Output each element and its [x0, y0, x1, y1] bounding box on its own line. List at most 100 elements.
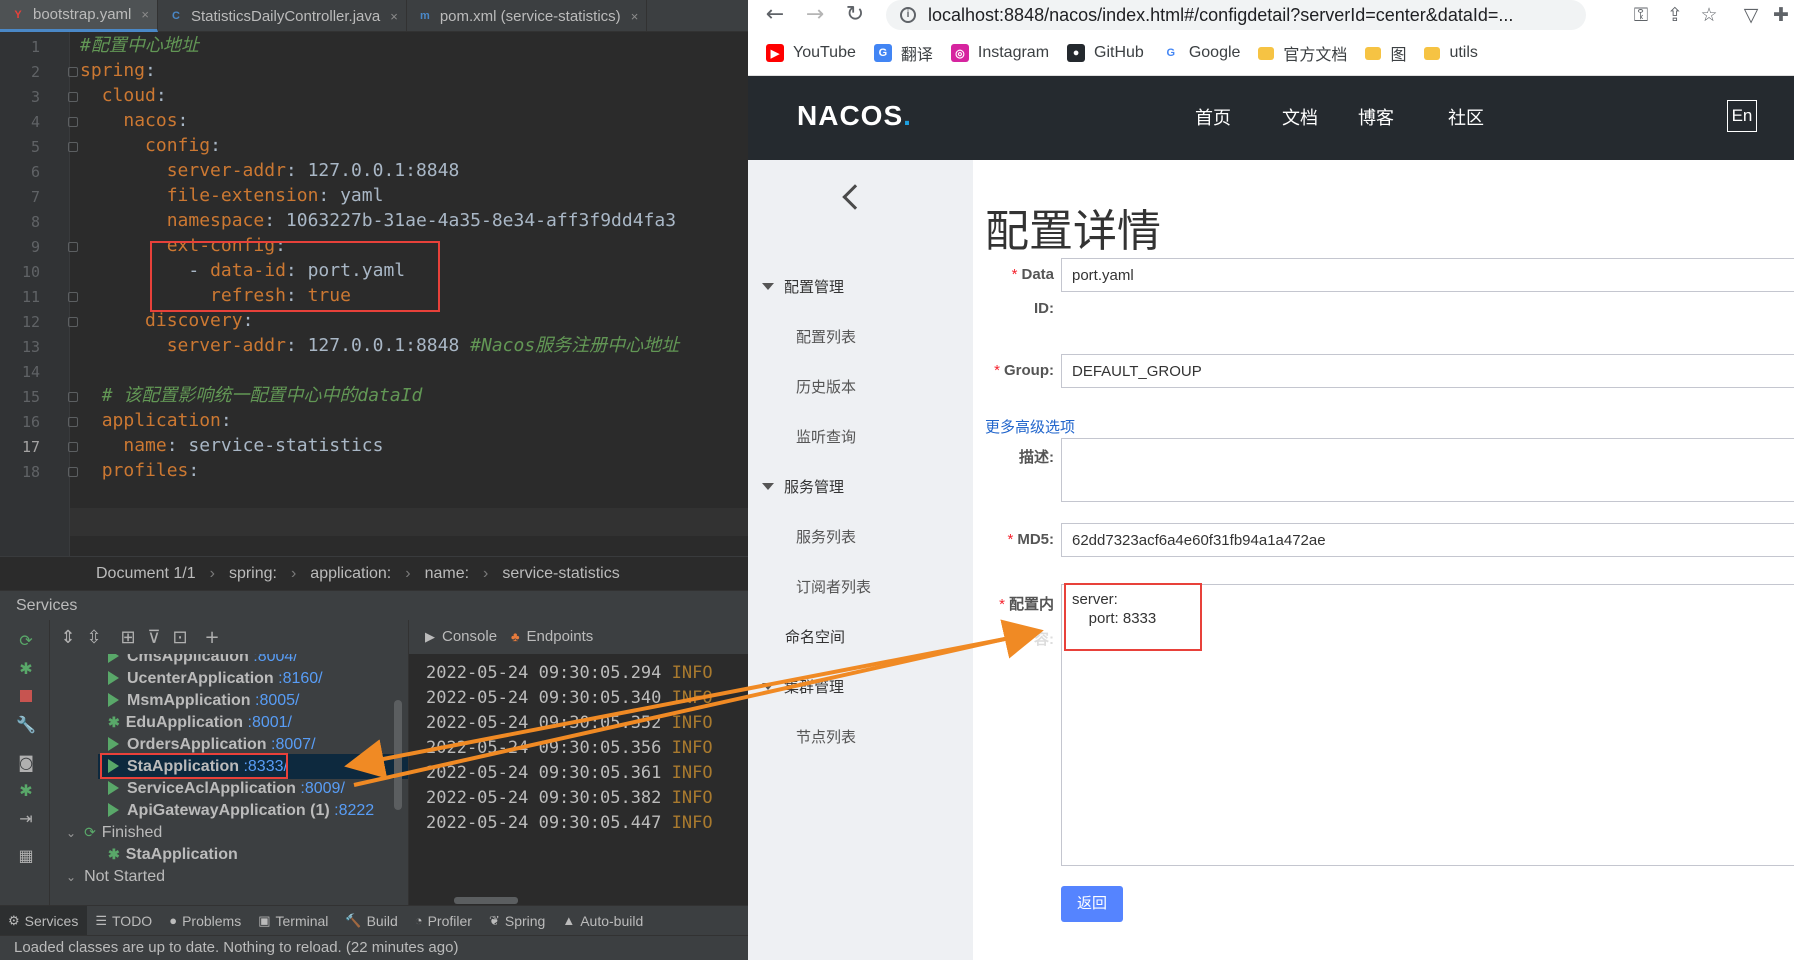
- add-service-icon[interactable]: +: [202, 628, 222, 648]
- editor-tab[interactable]: Ybootstrap.yaml ×: [0, 0, 158, 32]
- debug-icon[interactable]: ✱: [16, 658, 36, 678]
- back-button[interactable]: 返回: [1061, 886, 1123, 922]
- services-tree[interactable]: CmsApplication :8004/UcenterApplication …: [50, 654, 408, 905]
- back-icon[interactable]: ←: [762, 2, 788, 28]
- side-nav-item[interactable]: 历史版本: [796, 376, 856, 397]
- service-port-link[interactable]: :8007/: [267, 736, 316, 753]
- bookmark[interactable]: 图: [1365, 41, 1406, 65]
- fold-marker-icon[interactable]: [68, 117, 78, 127]
- code-line[interactable]: server-addr: 127.0.0.1:8848: [80, 157, 460, 185]
- breadcrumb-item[interactable]: Document 1/1: [96, 565, 196, 583]
- breadcrumb-item[interactable]: application:: [310, 565, 391, 583]
- fold-marker-icon[interactable]: [68, 467, 78, 477]
- breadcrumb-item[interactable]: name:: [425, 565, 469, 583]
- site-info-icon[interactable]: i: [900, 7, 916, 23]
- code-line[interactable]: config:: [80, 132, 221, 160]
- tool-window-tab[interactable]: ⚙ Services: [0, 905, 88, 936]
- forward-icon[interactable]: →: [802, 2, 828, 28]
- code-line[interactable]: server-addr: 127.0.0.1:8848 #Nacos服务注册中心…: [80, 332, 679, 360]
- config-content-editor[interactable]: server: port: 8333: [1061, 583, 1794, 866]
- code-editor[interactable]: 1 2 3 4 5 6 7 8 9 10 11 12 13 14 15 16 17 18 #配置中心地址 sprin…: [0, 32, 748, 556]
- debug-attach-icon[interactable]: ✱: [16, 780, 36, 800]
- stop-icon[interactable]: [16, 686, 36, 706]
- endpoints-tab[interactable]: ♣ Endpoints: [511, 628, 593, 645]
- code-line[interactable]: spring:: [80, 57, 156, 85]
- star-icon[interactable]: ☆: [1696, 2, 1722, 28]
- top-nav-link[interactable]: 社区: [1448, 104, 1484, 130]
- side-nav-group[interactable]: 服务管理: [762, 476, 844, 497]
- side-nav-group[interactable]: 集群管理: [762, 676, 844, 697]
- service-port-link[interactable]: :8001/: [243, 714, 293, 731]
- service-port-link[interactable]: :8009/: [296, 780, 345, 797]
- service-port-link[interactable]: :8160/: [274, 670, 323, 687]
- login-icon[interactable]: ⇥: [16, 808, 36, 828]
- service-port-link[interactable]: :8222: [330, 802, 374, 819]
- collapse-all-icon[interactable]: ⇳: [84, 628, 104, 648]
- fold-marker-icon[interactable]: [68, 92, 78, 102]
- code-line[interactable]: namespace: 1063227b-31ae-4a35-8e34-aff3f…: [80, 207, 676, 235]
- fold-marker-icon[interactable]: [68, 142, 78, 152]
- console-output[interactable]: 2022-05-24 09:30:05.447 INFO 2022-05-24 0…: [408, 654, 748, 905]
- wrench-icon[interactable]: 🔧: [16, 714, 36, 734]
- code-line[interactable]: nacos:: [80, 107, 188, 135]
- bookmark[interactable]: ◎ Instagram: [950, 44, 1049, 62]
- top-nav-link[interactable]: 文档: [1282, 104, 1318, 130]
- bookmark[interactable]: ▶ YouTube: [766, 44, 856, 62]
- fold-marker-icon[interactable]: [68, 67, 78, 77]
- layout-icon[interactable]: ▦: [16, 845, 36, 865]
- tool-window-tab[interactable]: ▣ Terminal: [250, 906, 337, 936]
- bookmark[interactable]: ● GitHub: [1067, 44, 1144, 62]
- side-nav-item[interactable]: 监听查询: [796, 426, 856, 447]
- bookmark[interactable]: utils: [1424, 44, 1478, 62]
- key-icon[interactable]: ⚿: [1628, 2, 1654, 28]
- fold-marker-icon[interactable]: [68, 442, 78, 452]
- services-tree-scrollbar[interactable]: [394, 700, 402, 810]
- camera-icon[interactable]: ◙: [16, 752, 36, 772]
- close-icon[interactable]: ×: [141, 7, 149, 22]
- code-line[interactable]: profiles:: [80, 457, 200, 485]
- more-options-link[interactable]: 更多高级选项: [985, 416, 1075, 437]
- code-line[interactable]: # 该配置影响统一配置中心中的dataId: [80, 382, 423, 410]
- language-button[interactable]: En: [1727, 100, 1757, 132]
- bookmark[interactable]: G Google: [1161, 44, 1240, 62]
- service-port-link[interactable]: :8005/: [251, 692, 300, 709]
- filter-icon[interactable]: ⊽: [144, 628, 164, 648]
- description-field[interactable]: [1061, 438, 1794, 502]
- data-id-field[interactable]: port.yaml: [1061, 258, 1794, 292]
- tool-window-tab[interactable]: 🔨 Build: [337, 906, 406, 936]
- service-port-link[interactable]: :8004/: [249, 654, 298, 665]
- code-line[interactable]: #配置中心地址: [80, 32, 199, 60]
- rerun-icon[interactable]: ⟳: [16, 630, 36, 650]
- tool-window-tab[interactable]: ❦ Spring: [481, 906, 554, 936]
- nacos-logo[interactable]: NACOS.: [797, 100, 912, 132]
- fold-marker-icon[interactable]: [68, 417, 78, 427]
- extension-v-icon[interactable]: ▽: [1738, 2, 1764, 28]
- console-hscrollbar[interactable]: [454, 897, 518, 904]
- side-nav-item[interactable]: 订阅者列表: [796, 576, 871, 597]
- chevron-down-icon[interactable]: ⌄: [66, 821, 76, 846]
- code-line[interactable]: cloud:: [80, 82, 167, 110]
- md5-field[interactable]: 62dd7323acf6a4e60f31fb94a1a472ae: [1061, 523, 1794, 557]
- tool-window-tab[interactable]: ☰ TODO: [87, 906, 161, 936]
- fold-marker-icon[interactable]: [68, 292, 78, 302]
- breadcrumb-item[interactable]: service-statistics: [502, 565, 619, 583]
- fold-marker-icon[interactable]: [68, 242, 78, 252]
- editor-tab[interactable]: m pom.xml (service-statistics) ×: [407, 0, 648, 32]
- new-tab-icon[interactable]: ⊡: [170, 628, 190, 648]
- side-nav-item[interactable]: 配置列表: [796, 326, 856, 347]
- side-nav-namespace[interactable]: 命名空间: [785, 626, 845, 647]
- side-nav-group[interactable]: 配置管理: [762, 276, 844, 297]
- close-icon[interactable]: ×: [390, 9, 398, 24]
- tool-window-tab[interactable]: ● Problems: [161, 906, 250, 936]
- group-field[interactable]: DEFAULT_GROUP: [1061, 354, 1794, 388]
- top-nav-link[interactable]: 首页: [1195, 104, 1231, 130]
- expand-all-icon[interactable]: ⇕: [58, 628, 78, 648]
- share-icon[interactable]: ⇪: [1662, 2, 1688, 28]
- bookmark[interactable]: 官方文档: [1258, 41, 1347, 65]
- reload-icon[interactable]: ↻: [842, 2, 868, 28]
- side-nav-item[interactable]: 节点列表: [796, 726, 856, 747]
- collapse-back-icon[interactable]: [842, 184, 868, 210]
- fold-marker-icon[interactable]: [68, 317, 78, 327]
- code-line[interactable]: name: service-statistics: [80, 432, 383, 460]
- tool-window-tab[interactable]: ◔ Profiler: [407, 906, 481, 936]
